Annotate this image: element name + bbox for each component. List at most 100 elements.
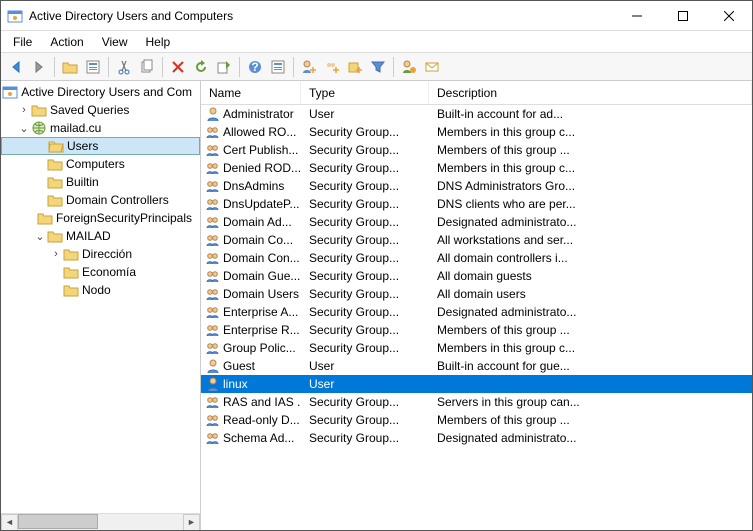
- filter-button[interactable]: [367, 56, 389, 78]
- tree-twisty[interactable]: ›: [49, 248, 63, 260]
- list-row[interactable]: Domain Gue...Security Group...All domain…: [201, 267, 752, 285]
- add-to-group-button[interactable]: [398, 56, 420, 78]
- group-icon: [205, 214, 221, 230]
- folder-icon: [37, 210, 53, 226]
- new-user-button[interactable]: [298, 56, 320, 78]
- properties-button[interactable]: [82, 56, 104, 78]
- tree-label: Saved Queries: [50, 103, 129, 117]
- cell-type: User: [301, 377, 429, 391]
- tree-domain[interactable]: ⌄mailad.cu: [1, 119, 200, 137]
- list-row[interactable]: Domain UsersSecurity Group...All domain …: [201, 285, 752, 303]
- scroll-left-button[interactable]: ◄: [1, 514, 18, 531]
- tree-domain-controllers[interactable]: Domain Controllers: [1, 191, 200, 209]
- tree-builtin[interactable]: Builtin: [1, 173, 200, 191]
- cell-type: Security Group...: [301, 233, 429, 247]
- new-ou-button[interactable]: [344, 56, 366, 78]
- tree-label: Builtin: [66, 175, 99, 189]
- user-icon: [205, 106, 221, 122]
- cell-name: Domain Gue...: [223, 269, 300, 283]
- new-group-button[interactable]: [321, 56, 343, 78]
- column-header-description[interactable]: Description: [429, 82, 752, 104]
- back-button[interactable]: [5, 56, 27, 78]
- minimize-button[interactable]: [614, 1, 660, 31]
- mail-button[interactable]: [421, 56, 443, 78]
- scroll-thumb[interactable]: [18, 514, 98, 529]
- tree-computers[interactable]: Computers: [1, 155, 200, 173]
- folder-icon: [63, 282, 79, 298]
- cell-name: Domain Ad...: [223, 215, 292, 229]
- cell-name: Enterprise R...: [223, 323, 300, 337]
- tree-nodo[interactable]: Nodo: [1, 281, 200, 299]
- list-row[interactable]: Enterprise A...Security Group...Designat…: [201, 303, 752, 321]
- cell-type: Security Group...: [301, 341, 429, 355]
- forward-button[interactable]: [28, 56, 50, 78]
- tree-label: Active Directory Users and Com: [21, 85, 192, 99]
- cut-button[interactable]: [113, 56, 135, 78]
- menu-help[interactable]: Help: [138, 33, 179, 51]
- toolbar: [1, 53, 752, 81]
- cell-name: Read-only D...: [223, 413, 300, 427]
- group-icon: [205, 322, 221, 338]
- tree-saved-queries[interactable]: › Saved Queries: [1, 101, 200, 119]
- tree-users[interactable]: Users: [1, 137, 200, 155]
- list-row[interactable]: Schema Ad...Security Group...Designated …: [201, 429, 752, 447]
- menu-action[interactable]: Action: [42, 33, 91, 51]
- export-button[interactable]: [213, 56, 235, 78]
- delete-button[interactable]: [167, 56, 189, 78]
- close-button[interactable]: [706, 1, 752, 31]
- tree-label: Nodo: [82, 283, 111, 297]
- menubar: File Action View Help: [1, 31, 752, 53]
- cell-description: Members in this group c...: [429, 341, 752, 355]
- cell-description: Built-in account for gue...: [429, 359, 752, 373]
- cell-name: Administrator: [223, 107, 294, 121]
- list-row[interactable]: Domain Ad...Security Group...Designated …: [201, 213, 752, 231]
- column-header-type[interactable]: Type: [301, 82, 429, 104]
- list-row[interactable]: Allowed RO...Security Group...Members in…: [201, 123, 752, 141]
- list-row[interactable]: Enterprise R...Security Group...Members …: [201, 321, 752, 339]
- cell-description: DNS Administrators Gro...: [429, 179, 752, 193]
- tree-root[interactable]: Active Directory Users and Com: [1, 83, 200, 101]
- tree-twisty[interactable]: ›: [17, 104, 31, 116]
- column-header-name[interactable]: Name: [201, 82, 301, 104]
- tree-label: Dirección: [82, 247, 132, 261]
- list-row[interactable]: DnsUpdateP...Security Group...DNS client…: [201, 195, 752, 213]
- cell-type: Security Group...: [301, 125, 429, 139]
- up-button[interactable]: [59, 56, 81, 78]
- copy-button[interactable]: [136, 56, 158, 78]
- tree-economia[interactable]: Economía: [1, 263, 200, 281]
- tree-direccion[interactable]: › Dirección: [1, 245, 200, 263]
- cell-name: Denied ROD...: [223, 161, 301, 175]
- menu-view[interactable]: View: [94, 33, 136, 51]
- refresh-button[interactable]: [190, 56, 212, 78]
- tree-hscrollbar[interactable]: ◄ ►: [1, 513, 200, 530]
- list-row[interactable]: Cert Publish...Security Group...Members …: [201, 141, 752, 159]
- list-row[interactable]: Domain Co...Security Group...All worksta…: [201, 231, 752, 249]
- scroll-right-button[interactable]: ►: [183, 514, 200, 531]
- tree-pane: Active Directory Users and Com › Saved Que…: [1, 81, 201, 530]
- list-row[interactable]: DnsAdminsSecurity Group...DNS Administra…: [201, 177, 752, 195]
- list-row[interactable]: linuxUser: [201, 375, 752, 393]
- maximize-button[interactable]: [660, 1, 706, 31]
- group-icon: [205, 160, 221, 176]
- list-row[interactable]: GuestUserBuilt-in account for gue...: [201, 357, 752, 375]
- folder-icon: [63, 246, 79, 262]
- cell-description: Designated administrato...: [429, 431, 752, 445]
- tree-fsp[interactable]: ForeignSecurityPrincipals: [1, 209, 200, 227]
- folder-icon: [47, 192, 63, 208]
- list-row[interactable]: Denied ROD...Security Group...Members in…: [201, 159, 752, 177]
- cell-name: Domain Co...: [223, 233, 293, 247]
- menu-file[interactable]: File: [5, 33, 40, 51]
- tree-twisty[interactable]: ⌄: [17, 122, 31, 135]
- list-row[interactable]: Read-only D...Security Group...Members o…: [201, 411, 752, 429]
- tree-twisty[interactable]: ⌄: [33, 230, 47, 243]
- cell-description: All domain guests: [429, 269, 752, 283]
- cell-type: Security Group...: [301, 323, 429, 337]
- help-button[interactable]: [244, 56, 266, 78]
- list-row[interactable]: Domain Con...Security Group...All domain…: [201, 249, 752, 267]
- folder-open-icon: [48, 138, 64, 154]
- list-row[interactable]: AdministratorUserBuilt-in account for ad…: [201, 105, 752, 123]
- find-button[interactable]: [267, 56, 289, 78]
- list-row[interactable]: Group Polic...Security Group...Members i…: [201, 339, 752, 357]
- tree-mailad[interactable]: ⌄MAILAD: [1, 227, 200, 245]
- list-row[interactable]: RAS and IAS ...Security Group...Servers …: [201, 393, 752, 411]
